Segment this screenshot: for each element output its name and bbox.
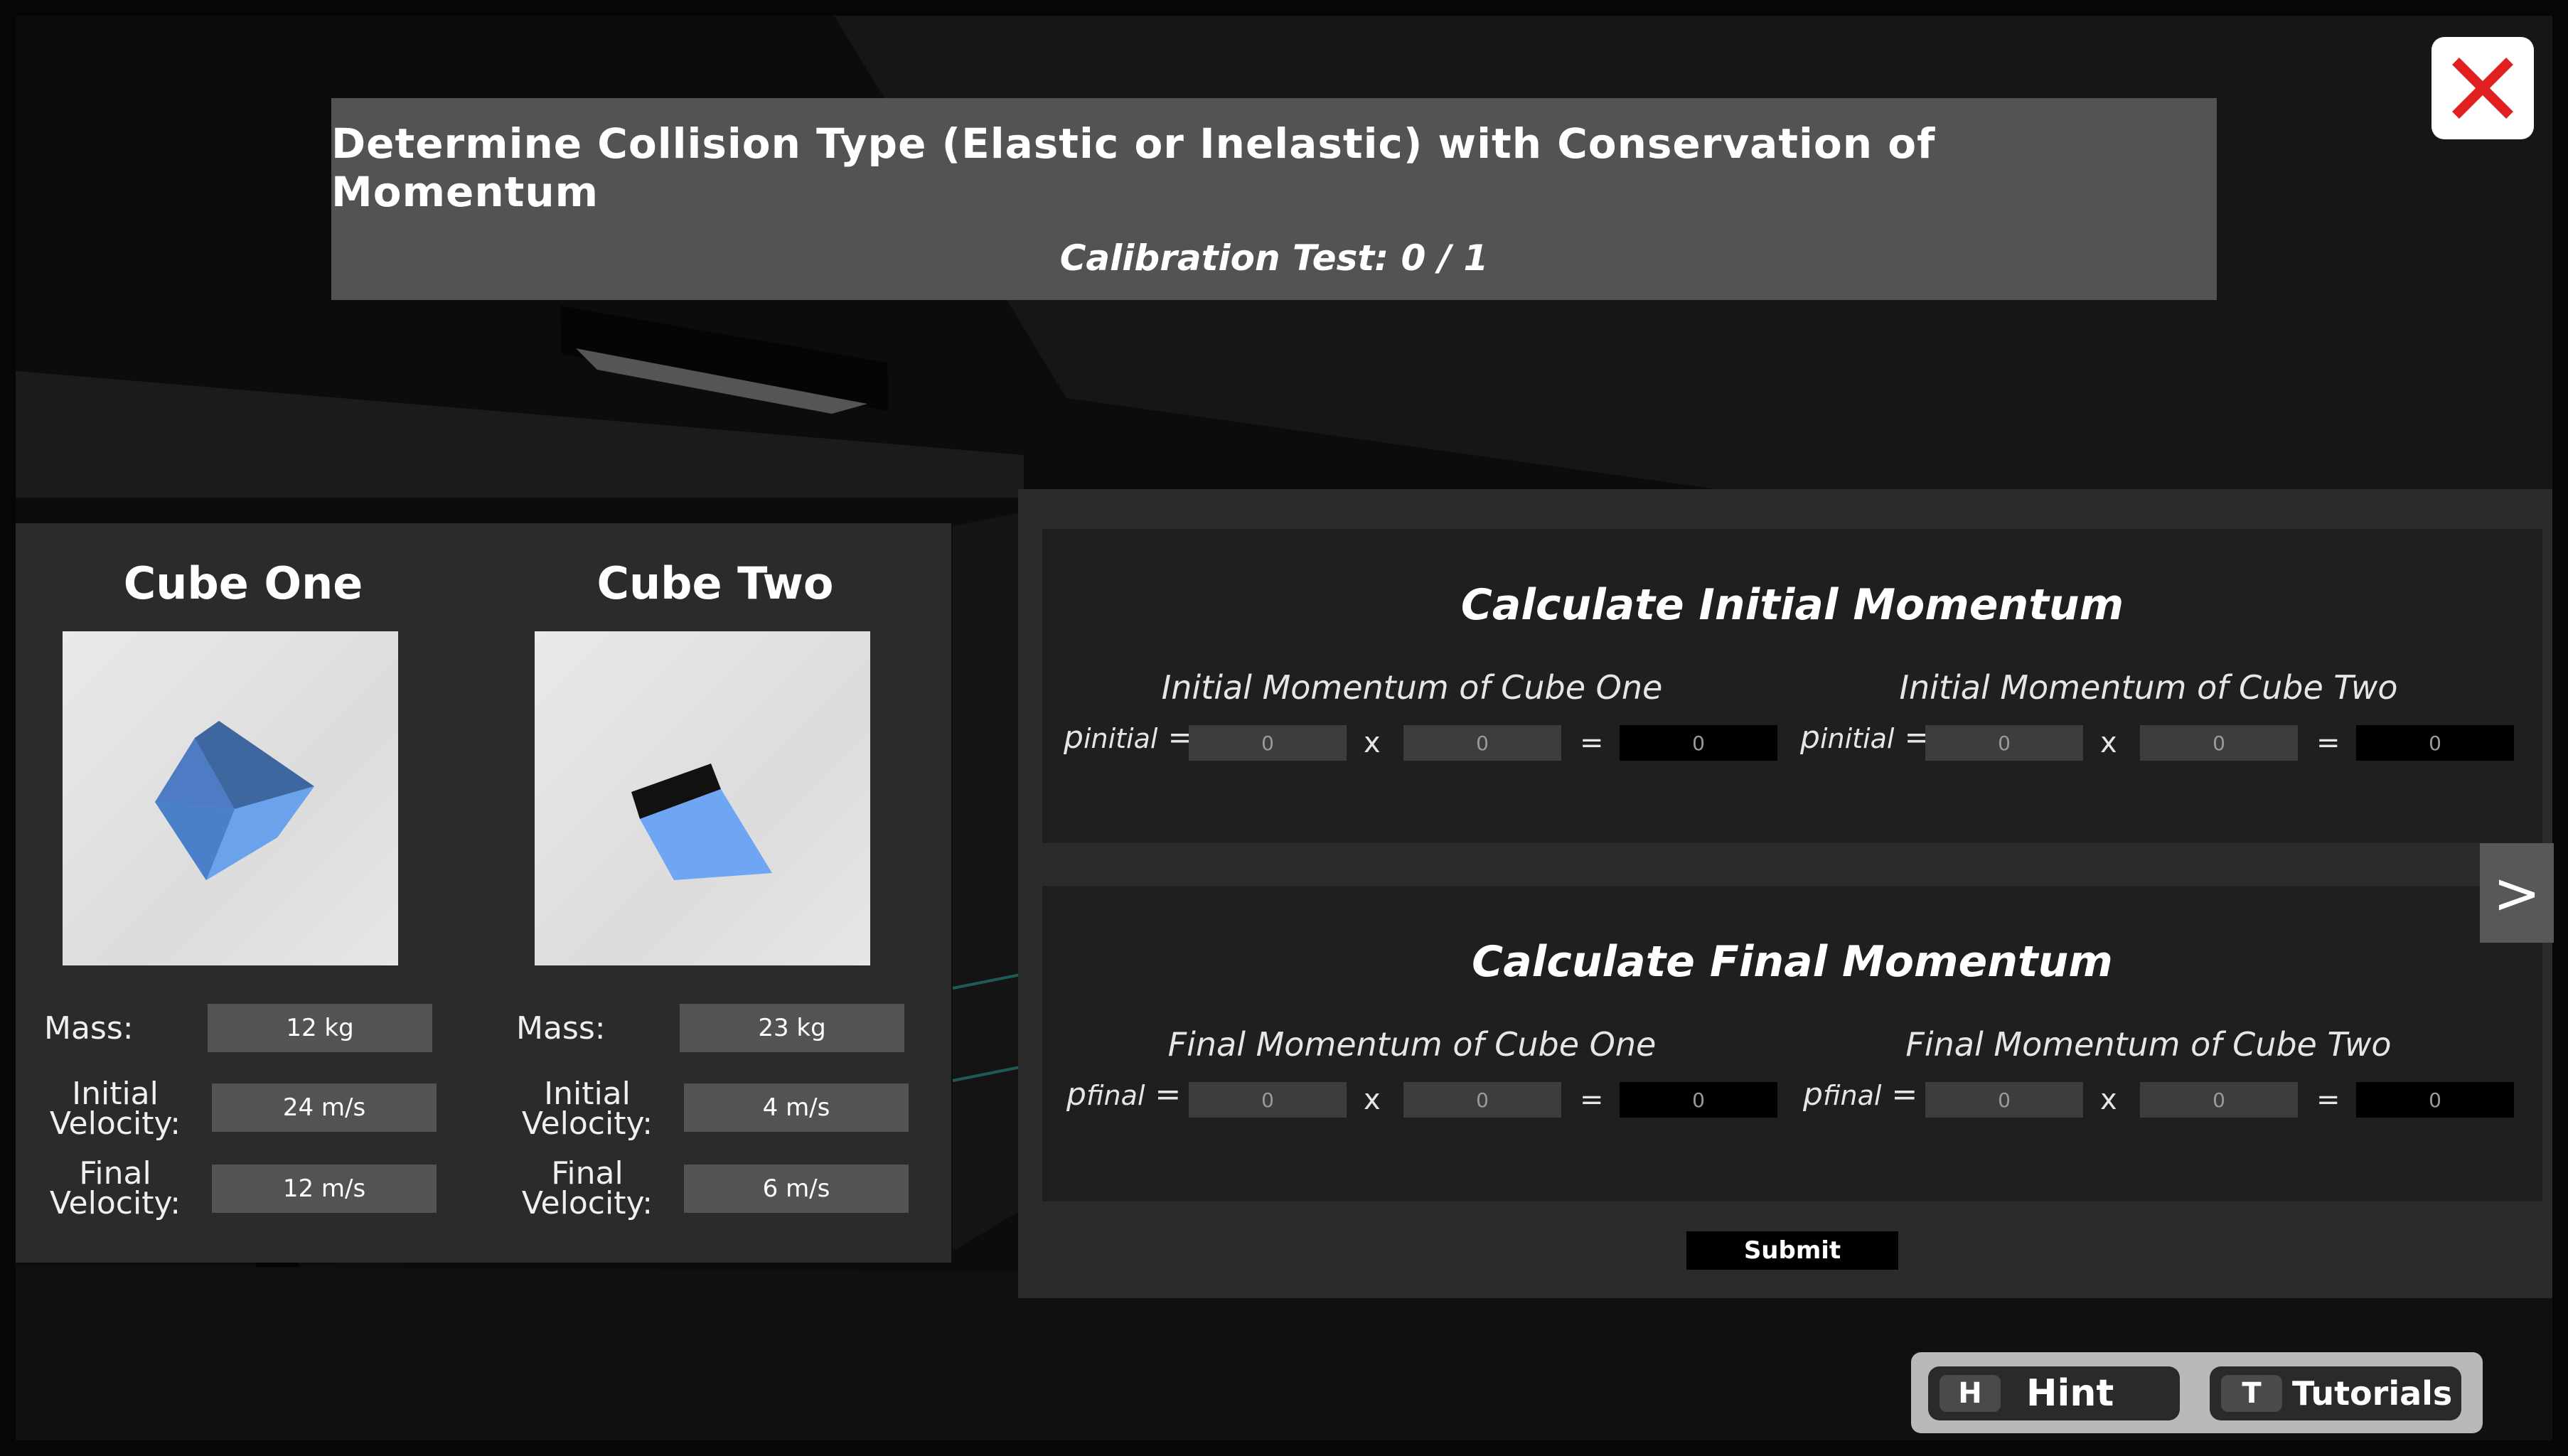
final-cube-one-velocity-input[interactable]: 0 <box>1403 1082 1561 1118</box>
cube-two-final-velocity-value: 6 m/s <box>684 1165 909 1213</box>
equals-sign: = <box>2316 727 2340 759</box>
next-page-button[interactable]: > <box>2480 843 2554 943</box>
final-cube-one-result-input[interactable]: 0 <box>1620 1082 1777 1118</box>
cube-two-final-velocity-label: Final Velocity: <box>509 1155 665 1221</box>
hint-button[interactable]: H Hint <box>1928 1366 2180 1420</box>
initial-momentum-title: Calculate Initial Momentum <box>1460 580 2124 630</box>
equals-sign: = <box>1580 1083 1604 1116</box>
equals-sign: = <box>1891 1076 1918 1113</box>
initial-momentum-section: Calculate Initial Momentum Initial Momen… <box>1042 529 2542 843</box>
final-cube-two-label: Final Momentum of Cube Two <box>1905 1025 2392 1064</box>
cube-one-initial-velocity-label: Initial Velocity: <box>37 1076 193 1142</box>
p-symbol: p <box>1064 719 1084 756</box>
tutorials-button[interactable]: T Tutorials <box>2210 1366 2461 1420</box>
times-sign: x <box>1364 727 1381 759</box>
times-sign: x <box>2100 1083 2117 1116</box>
cube-two-mass-value: 23 kg <box>680 1004 904 1052</box>
cube-two-preview <box>535 631 870 965</box>
cube-one-final-label-line2: Velocity: <box>49 1185 181 1221</box>
p-subscript: initial <box>1083 723 1158 754</box>
cube-two-final-label-line2: Velocity: <box>521 1185 653 1221</box>
task-title: Determine Collision Type (Elastic or Ine… <box>331 119 1936 216</box>
p-subscript: final <box>1086 1080 1145 1111</box>
close-icon <box>2452 58 2513 119</box>
final-cube-two-result-input[interactable]: 0 <box>2356 1082 2514 1118</box>
cube-one-icon <box>155 721 314 880</box>
initial-cube-one-label: Initial Momentum of Cube One <box>1161 668 1663 707</box>
cube-one-initial-label-line2: Velocity: <box>49 1106 181 1142</box>
equals-sign: = <box>1580 727 1604 759</box>
cube-two-initial-velocity-value: 4 m/s <box>684 1083 909 1132</box>
cube-two-initial-velocity-label: Initial Velocity: <box>509 1076 665 1142</box>
initial-cube-one-result-input[interactable]: 0 <box>1620 725 1777 761</box>
cube-two-final-label-line1: Final <box>551 1155 624 1192</box>
hint-label: Hint <box>2026 1372 2114 1415</box>
initial-cube-one-velocity-input[interactable]: 0 <box>1403 725 1561 761</box>
p-final-label-one: pfinal = <box>1066 1076 1181 1113</box>
p-initial-label-two: pinitial = <box>1800 719 1930 756</box>
cube-two-mass-label: Mass: <box>516 1010 606 1046</box>
final-momentum-section: Calculate Final Momentum Final Momentum … <box>1042 886 2542 1201</box>
times-sign: x <box>1364 1083 1381 1116</box>
cube-one-title: Cube One <box>123 557 363 609</box>
tutorials-label: Tutorials <box>2292 1374 2453 1413</box>
final-cube-two-mass-input[interactable]: 0 <box>1925 1082 2083 1118</box>
p-symbol: p <box>1066 1076 1086 1113</box>
p-final-label-two: pfinal = <box>1803 1076 1917 1113</box>
equals-sign: = <box>2316 1083 2340 1116</box>
initial-cube-two-result-input[interactable]: 0 <box>2356 725 2514 761</box>
initial-cube-two-label: Initial Momentum of Cube Two <box>1899 668 2398 707</box>
cube-one-final-label-line1: Final <box>79 1155 151 1192</box>
momentum-calculation-panel: Calculate Initial Momentum Initial Momen… <box>1018 489 2552 1298</box>
cube-one-preview <box>63 631 398 965</box>
help-bar: H Hint T Tutorials <box>1911 1352 2483 1433</box>
close-button[interactable] <box>2431 37 2534 139</box>
initial-cube-two-mass-input[interactable]: 0 <box>1925 725 2083 761</box>
cube-two-initial-label-line2: Velocity: <box>521 1106 653 1142</box>
hint-key-badge: H <box>1940 1375 2001 1412</box>
tutorial-key-badge: T <box>2221 1375 2282 1412</box>
p-initial-label-one: pinitial = <box>1064 719 1194 756</box>
p-symbol: p <box>1800 719 1820 756</box>
cube-one-initial-velocity-value: 24 m/s <box>212 1083 437 1132</box>
submit-button[interactable]: Submit <box>1686 1231 1898 1270</box>
equals-sign: = <box>1155 1076 1182 1113</box>
cube-one-initial-label-line1: Initial <box>72 1076 159 1112</box>
times-sign: x <box>2100 727 2117 759</box>
final-cube-one-mass-input[interactable]: 0 <box>1189 1082 1347 1118</box>
initial-cube-one-mass-input[interactable]: 0 <box>1189 725 1347 761</box>
calibration-progress: Calibration Test: 0 / 1 <box>1059 237 1489 279</box>
p-subscript: final <box>1822 1080 1882 1111</box>
p-symbol: p <box>1803 1076 1823 1113</box>
cube-one-mass-label: Mass: <box>44 1010 134 1046</box>
task-header: Determine Collision Type (Elastic or Ine… <box>331 98 2217 300</box>
cube-one-final-velocity-value: 12 m/s <box>212 1165 437 1213</box>
initial-cube-two-velocity-input[interactable]: 0 <box>2140 725 2298 761</box>
final-cube-one-label: Final Momentum of Cube One <box>1167 1025 1657 1064</box>
cube-two-initial-label-line1: Initial <box>544 1076 631 1112</box>
cube-two-icon <box>631 764 772 880</box>
cube-two-title: Cube Two <box>596 557 834 609</box>
cube-one-final-velocity-label: Final Velocity: <box>37 1155 193 1221</box>
cube-info-panel: Cube One Mass: 12 kg Initial Velocity: 2… <box>16 523 951 1263</box>
cube-one-mass-value: 12 kg <box>208 1004 432 1052</box>
final-cube-two-velocity-input[interactable]: 0 <box>2140 1082 2298 1118</box>
final-momentum-title: Calculate Final Momentum <box>1472 937 2113 987</box>
p-subscript: initial <box>1819 723 1895 754</box>
